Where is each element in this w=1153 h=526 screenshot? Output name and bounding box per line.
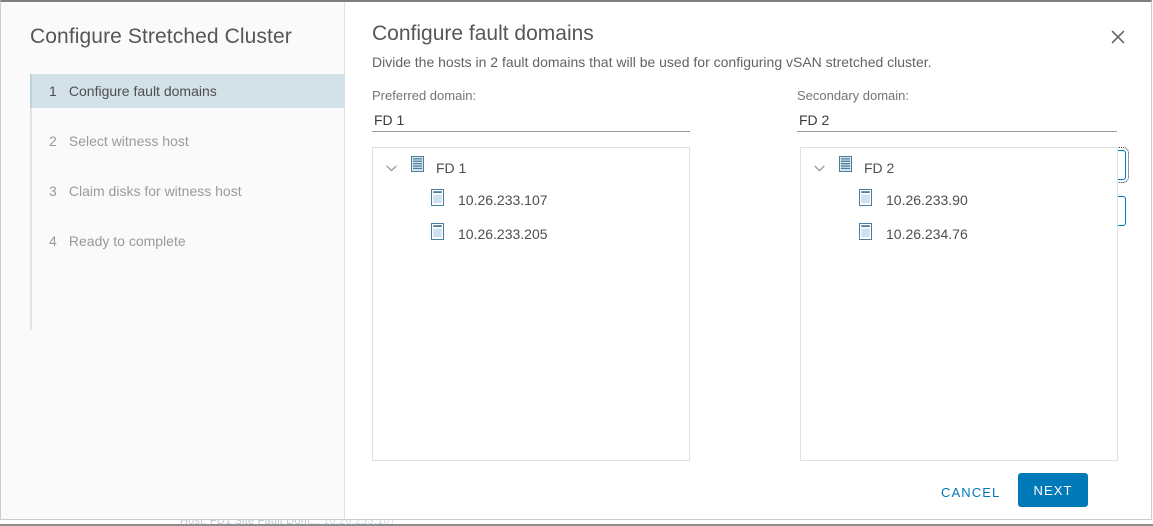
step-number: 1 xyxy=(49,83,57,99)
step-label: Configure fault domains xyxy=(68,83,217,99)
tree-root-node-secondary[interactable]: FD 2 xyxy=(801,153,1117,183)
sidebar-step-select-witness-host[interactable]: 2 Select witness host xyxy=(30,124,345,158)
next-button[interactable]: NEXT xyxy=(1018,473,1088,507)
host-label: 10.26.233.90 xyxy=(886,192,968,208)
list-item[interactable]: 10.26.233.205 xyxy=(373,217,689,251)
list-item[interactable]: 10.26.234.76 xyxy=(801,217,1117,251)
list-item[interactable]: 10.26.233.107 xyxy=(373,183,689,217)
step-number: 2 xyxy=(49,133,57,149)
step-number: 4 xyxy=(49,233,57,249)
preferred-domain-tree[interactable]: FD 1 10.26.233.107 10.26.233.205 xyxy=(372,147,690,461)
step-label: Claim disks for witness host xyxy=(68,183,242,199)
host-label: 10.26.234.76 xyxy=(886,226,968,242)
step-number: 3 xyxy=(49,183,57,199)
tree-root-label: FD 1 xyxy=(436,160,467,176)
wizard-step-list: 1 Configure fault domains 2 Select witne… xyxy=(30,74,345,330)
secondary-domain-input[interactable] xyxy=(797,110,1117,132)
wizard-title: Configure Stretched Cluster xyxy=(30,25,292,48)
wizard-sidebar: Configure Stretched Cluster 1 Configure … xyxy=(1,2,345,519)
sidebar-step-ready-to-complete[interactable]: 4 Ready to complete xyxy=(30,224,345,258)
secondary-domain-tree[interactable]: FD 2 10.26.233.90 10.26.234.76 xyxy=(800,147,1118,461)
rack-icon xyxy=(411,153,424,183)
tree-root-label: FD 2 xyxy=(864,160,895,176)
tree-root-node-preferred[interactable]: FD 1 xyxy=(373,153,689,183)
close-icon[interactable] xyxy=(1107,26,1129,48)
sidebar-step-claim-disks-for-witness-host[interactable]: 3 Claim disks for witness host xyxy=(30,174,345,208)
host-label: 10.26.233.107 xyxy=(458,192,548,208)
host-icon xyxy=(859,189,872,211)
chevron-down-icon[interactable] xyxy=(811,160,827,176)
host-icon xyxy=(431,223,444,245)
dialog-main-content: Configure fault domains Divide the hosts… xyxy=(345,2,1151,519)
host-icon xyxy=(431,189,444,211)
sidebar-step-configure-fault-domains[interactable]: 1 Configure fault domains xyxy=(30,74,345,108)
configure-stretched-cluster-dialog: Configure Stretched Cluster 1 Configure … xyxy=(0,0,1152,520)
host-icon xyxy=(859,223,872,245)
rack-icon xyxy=(839,153,852,183)
page-subtitle: Divide the hosts in 2 fault domains that… xyxy=(372,54,932,70)
cancel-button[interactable]: CANCEL xyxy=(931,477,1010,509)
chevron-down-icon[interactable] xyxy=(383,160,399,176)
list-item[interactable]: 10.26.233.90 xyxy=(801,183,1117,217)
host-label: 10.26.233.205 xyxy=(458,226,548,242)
secondary-domain-label: Secondary domain: xyxy=(797,88,910,103)
preferred-domain-input[interactable] xyxy=(372,110,690,132)
preferred-domain-label: Preferred domain: xyxy=(372,88,477,103)
step-label: Select witness host xyxy=(68,133,189,149)
step-label: Ready to complete xyxy=(68,233,186,249)
page-title: Configure fault domains xyxy=(372,22,594,45)
